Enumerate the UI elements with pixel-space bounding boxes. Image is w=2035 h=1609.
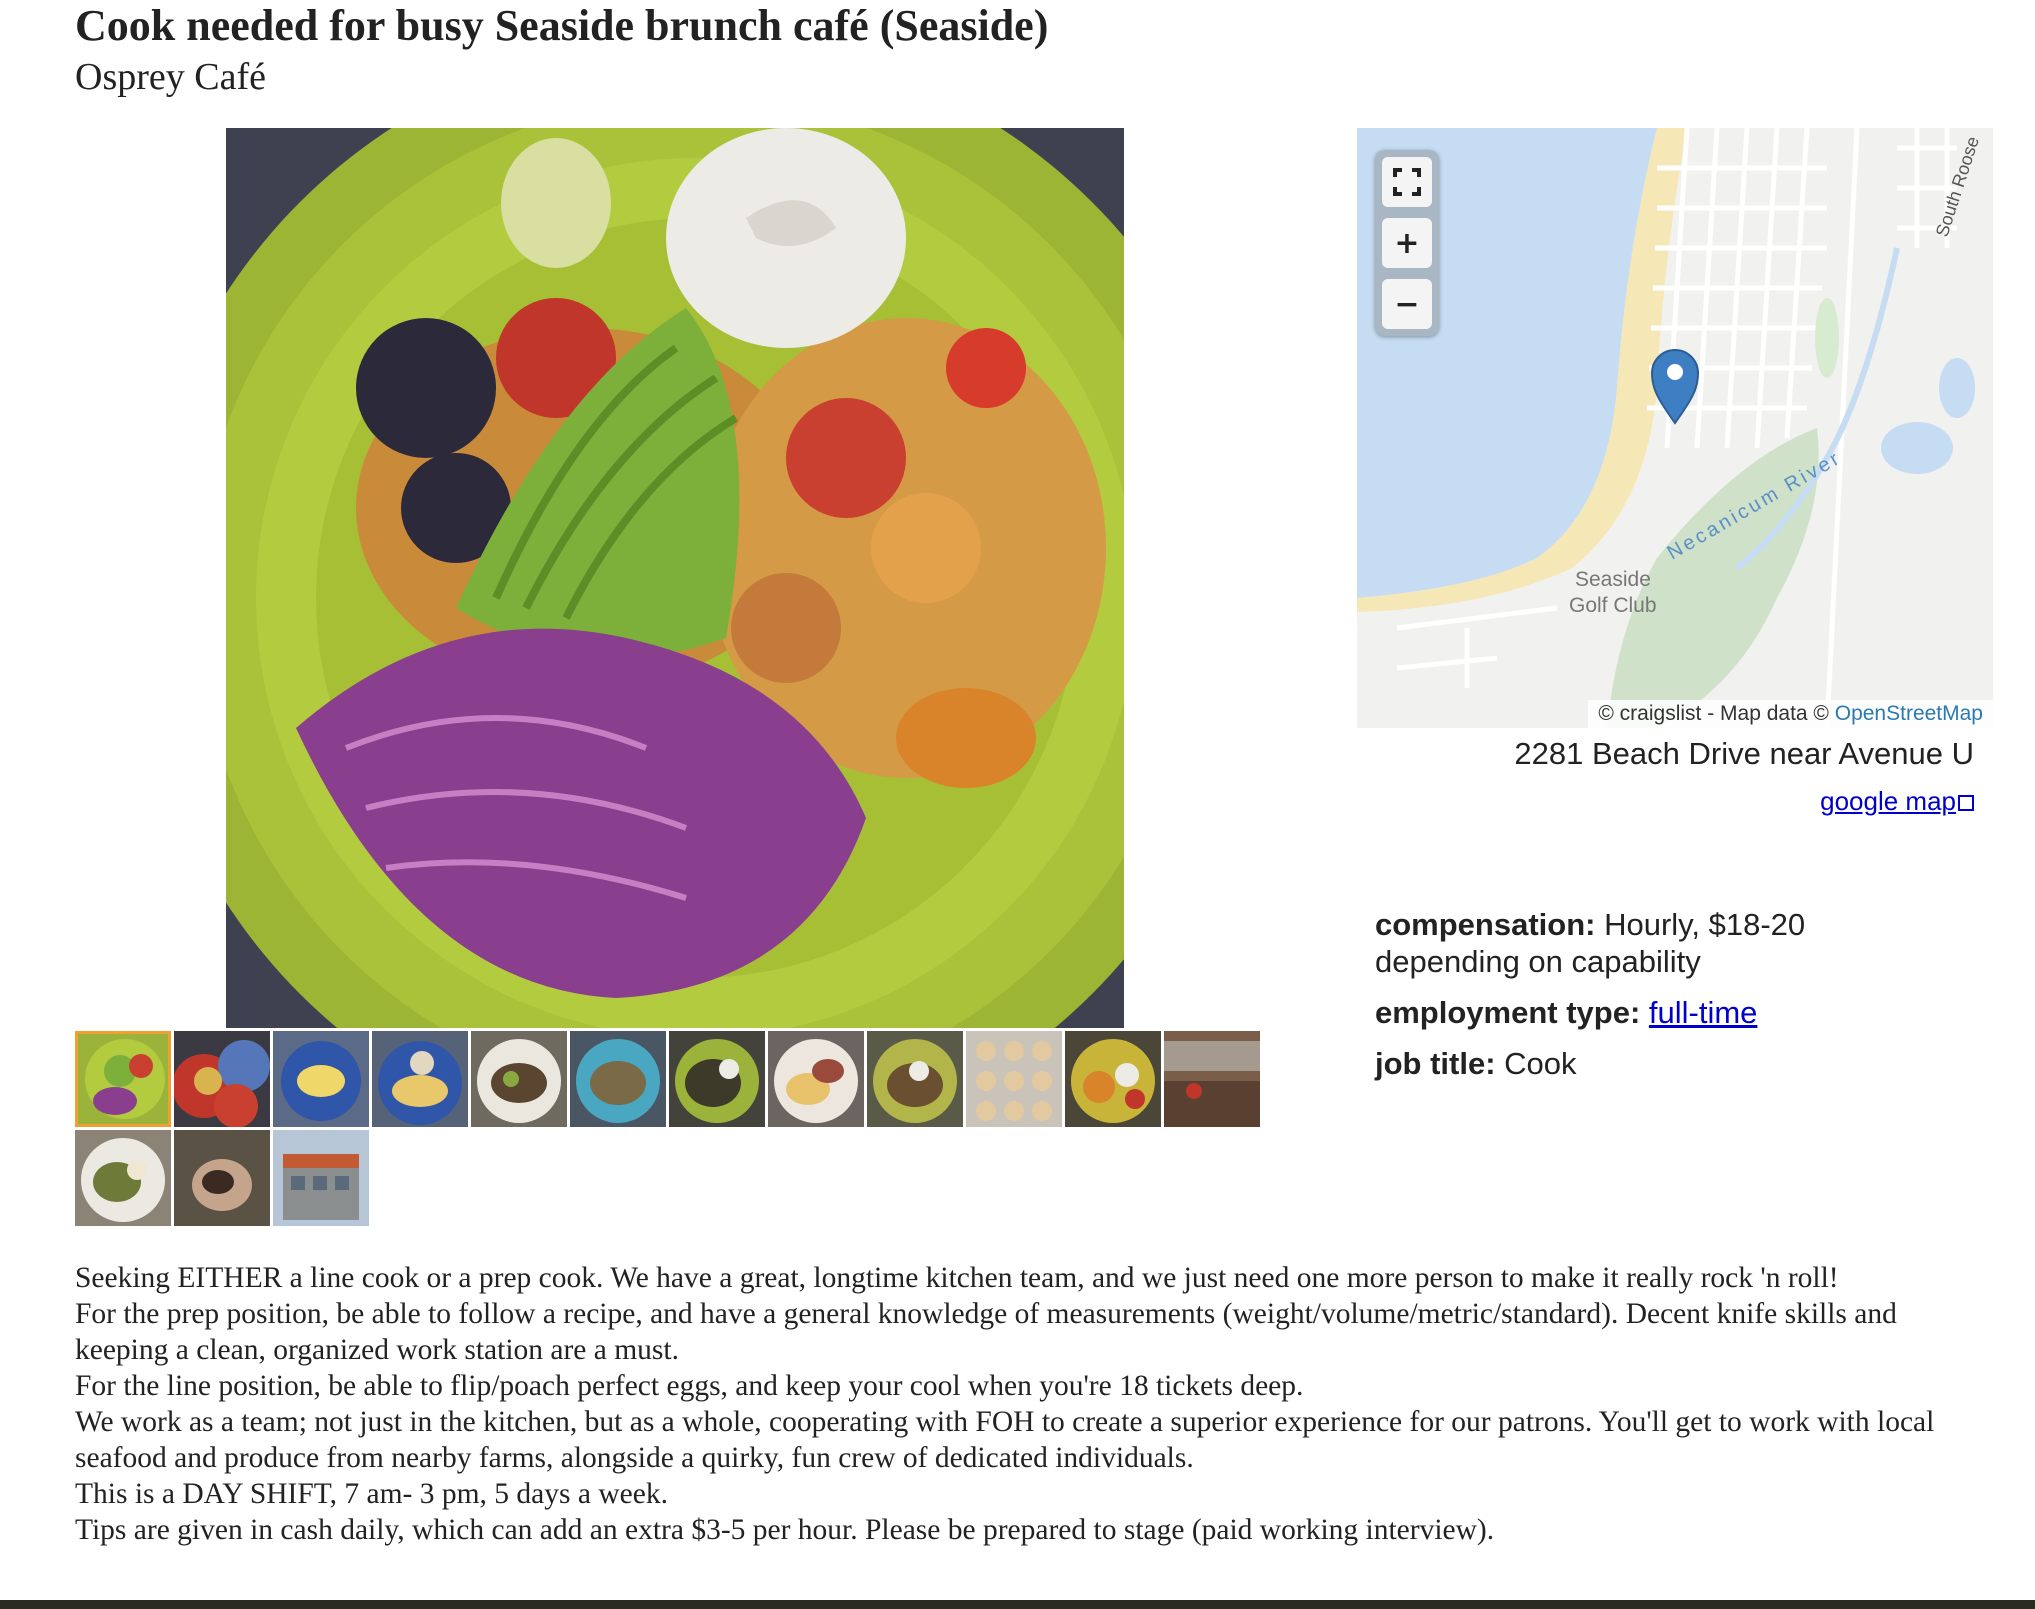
job-title-label: job title: <box>1375 1046 1496 1081</box>
openstreetmap-link[interactable]: OpenStreetMap <box>1835 702 1983 725</box>
fullscreen-icon <box>1393 168 1421 196</box>
thumbnail[interactable] <box>768 1031 864 1127</box>
thumbnail[interactable] <box>372 1031 468 1127</box>
thumbnail[interactable] <box>174 1031 270 1127</box>
thumbnail[interactable] <box>273 1031 369 1127</box>
posting-body: Seeking EITHER a line cook or a prep coo… <box>75 1260 1975 1548</box>
employment-type-link[interactable]: full-time <box>1649 995 1758 1030</box>
compensation-label: compensation: <box>1375 907 1596 942</box>
zoom-out-button[interactable]: − <box>1382 279 1432 329</box>
thumbnail[interactable] <box>669 1031 765 1127</box>
external-link-icon <box>1958 795 1974 811</box>
body-paragraph: Tips are given in cash daily, which can … <box>75 1514 1495 1546</box>
employment-type-row: employment type: full-time <box>1375 994 1935 1031</box>
thumbnail[interactable] <box>273 1130 369 1226</box>
body-paragraph: This is a DAY SHIFT, 7 am- 3 pm, 5 days … <box>75 1478 668 1510</box>
main-photo[interactable] <box>226 128 1124 1028</box>
job-title-value: Cook <box>1504 1046 1577 1081</box>
map-golf-label-2: Golf Club <box>1569 594 1657 617</box>
page-bottom-edge <box>0 1600 2035 1609</box>
thumbnail[interactable] <box>174 1130 270 1226</box>
thumbnail[interactable] <box>867 1031 963 1127</box>
thumbnail[interactable] <box>75 1130 171 1226</box>
thumbnail[interactable] <box>471 1031 567 1127</box>
map-attribution-text: © craigslist - Map data © <box>1598 702 1835 725</box>
map-controls: + − <box>1375 150 1439 336</box>
body-paragraph: We work as a team; not just in the kitch… <box>75 1406 1935 1474</box>
map-golf-label-1: Seaside <box>1575 568 1651 591</box>
body-paragraph: Seeking EITHER a line cook or a prep coo… <box>75 1262 1839 1294</box>
compensation-row: compensation: Hourly, $18-20 depending o… <box>1375 906 1935 980</box>
attributes-group: compensation: Hourly, $18-20 depending o… <box>1375 906 1935 1096</box>
thumbnail[interactable] <box>75 1031 171 1127</box>
company-name: Osprey Café <box>75 56 266 98</box>
thumbnail[interactable] <box>966 1031 1062 1127</box>
job-title-row: job title: Cook <box>1375 1045 1935 1082</box>
thumbnail[interactable] <box>1164 1031 1260 1127</box>
zoom-in-button[interactable]: + <box>1382 218 1432 268</box>
google-map-link[interactable]: google map <box>1820 786 1956 816</box>
thumbnail[interactable] <box>1065 1031 1161 1127</box>
body-paragraph: For the line position, be able to flip/p… <box>75 1370 1304 1402</box>
fullscreen-button[interactable] <box>1382 157 1432 207</box>
body-paragraph: For the prep position, be able to follow… <box>75 1298 1897 1366</box>
thumbnail[interactable] <box>570 1031 666 1127</box>
posting-title: Cook needed for busy Seaside brunch café… <box>75 1 1049 50</box>
address: 2281 Beach Drive near Avenue U <box>1514 736 1974 771</box>
map-attribution: © craigslist - Map data © OpenStreetMap <box>1588 700 1993 728</box>
employment-type-label: employment type: <box>1375 995 1641 1030</box>
google-map-link-container: google map <box>1357 786 1974 817</box>
map[interactable]: South Roose Necanicum River Seaside Golf… <box>1357 128 1993 728</box>
